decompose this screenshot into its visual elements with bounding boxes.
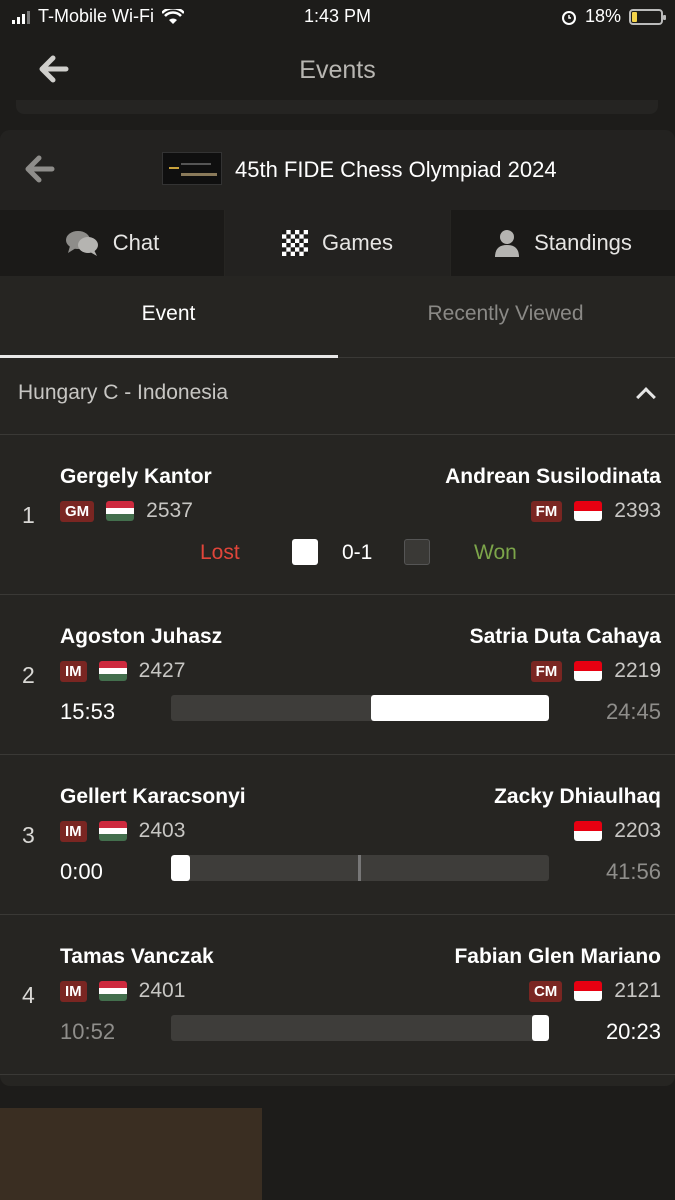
- board-number: 3: [22, 822, 35, 848]
- white-square-icon: [292, 539, 318, 565]
- game-row[interactable]: 1 Gergely Kantor Andrean Susilodinata GM…: [0, 435, 675, 595]
- white-player-info: IM 2403: [60, 819, 185, 843]
- black-clock: 24:45: [605, 699, 661, 724]
- battery-percent: 18%: [584, 6, 621, 26]
- page-title: Events: [299, 56, 376, 84]
- hungary-flag-icon: [98, 661, 127, 681]
- white-outcome: Lost: [200, 541, 240, 564]
- status-right: 18%: [561, 6, 666, 27]
- title-badge: FM: [530, 660, 563, 682]
- rating: 2403: [138, 819, 186, 842]
- rating: 2219: [614, 659, 661, 682]
- tab-games[interactable]: Games: [225, 210, 450, 276]
- black-player-name: Satria Duta Cahaya: [469, 625, 661, 648]
- game-row[interactable]: 3 Gellert Karacsonyi Zacky Dhiaulhaq IM …: [0, 755, 675, 915]
- rating: 2203: [614, 819, 661, 842]
- title-badge: IM: [60, 980, 87, 1002]
- hungary-flag-icon: [98, 981, 127, 1001]
- match-label: Hungary C - Indonesia: [18, 381, 229, 404]
- white-player-info: GM 2537: [60, 499, 193, 523]
- tab-games-label: Games: [322, 230, 393, 255]
- white-player-info: IM 2427: [60, 659, 185, 683]
- board-icon: [282, 230, 309, 256]
- white-clock: 10:52: [60, 1019, 116, 1044]
- rating: 2537: [146, 499, 193, 522]
- black-player-info: FM 2219: [530, 659, 661, 683]
- title-badge: CM: [528, 980, 563, 1002]
- black-player-name: Andrean Susilodinata: [445, 465, 661, 488]
- hungary-flag-icon: [106, 501, 135, 521]
- top-strip: [16, 100, 658, 114]
- eval-bar: [171, 855, 549, 881]
- rating: 2427: [138, 659, 186, 682]
- top-nav: Events: [0, 34, 675, 104]
- eval-bar: [171, 1015, 549, 1041]
- black-square-icon: [404, 539, 430, 565]
- match-header[interactable]: Hungary C - Indonesia: [0, 358, 675, 435]
- board-number: 1: [22, 502, 35, 528]
- game-clocks: 10:52 20:23: [0, 1015, 675, 1045]
- black-player-info: 2203: [574, 819, 661, 843]
- segment-control: Event Recently Viewed: [0, 276, 675, 358]
- black-player-info: FM 2393: [530, 499, 661, 523]
- hungary-flag-icon: [98, 821, 127, 841]
- title-badge: FM: [530, 500, 563, 522]
- game-clocks: 0:00 41:56: [0, 855, 675, 885]
- black-player-name: Zacky Dhiaulhaq: [494, 785, 661, 808]
- board-number: 2: [22, 662, 35, 688]
- rating: 2121: [614, 979, 661, 1002]
- eval-bar-fill: [171, 855, 190, 881]
- chevron-up-icon[interactable]: [636, 387, 656, 407]
- eval-bar-fill: [371, 695, 549, 721]
- indonesia-flag-icon: [574, 661, 603, 681]
- black-player-info: CM 2121: [528, 979, 661, 1003]
- white-player-info: IM 2401: [60, 979, 185, 1003]
- tab-chat-label: Chat: [112, 230, 160, 255]
- white-player-name: Gergely Kantor: [60, 465, 212, 488]
- white-player-name: Tamas Vanczak: [60, 945, 214, 968]
- white-clock: 15:53: [60, 699, 116, 724]
- tab-standings[interactable]: Standings: [451, 210, 675, 276]
- black-outcome: Won: [474, 541, 517, 564]
- title-badge: GM: [60, 500, 95, 522]
- white-player-name: Agoston Juhasz: [60, 625, 223, 648]
- white-player-name: Gellert Karacsonyi: [60, 785, 246, 808]
- indonesia-flag-icon: [574, 501, 603, 521]
- tab-standings-label: Standings: [534, 230, 632, 255]
- event-back-arrow-icon[interactable]: [22, 152, 56, 186]
- board-number: 4: [22, 982, 35, 1008]
- game-row[interactable]: 2 Agoston Juhasz Satria Duta Cahaya IM 2…: [0, 595, 675, 755]
- black-clock: 41:56: [605, 859, 661, 884]
- black-player-name: Fabian Glen Mariano: [454, 945, 661, 968]
- event-logo: [162, 152, 222, 185]
- eval-bar-midline: [358, 855, 361, 881]
- segment-event[interactable]: Event: [0, 302, 337, 326]
- black-clock: 20:23: [605, 1019, 661, 1044]
- segment-recently-viewed[interactable]: Recently Viewed: [337, 302, 674, 326]
- score: 0-1: [342, 541, 373, 564]
- event-card: 45th FIDE Chess Olympiad 2024 Chat Games…: [0, 130, 675, 1086]
- event-header: 45th FIDE Chess Olympiad 2024: [0, 130, 675, 210]
- title-badge: IM: [60, 660, 87, 682]
- eval-bar-fill: [532, 1015, 549, 1041]
- white-clock: 0:00: [60, 859, 103, 884]
- indonesia-flag-icon: [574, 821, 603, 841]
- person-icon: [495, 230, 520, 257]
- eval-bar: [171, 695, 549, 721]
- rating: 2393: [614, 499, 661, 522]
- game-result: Lost 0-1 Won: [0, 539, 675, 569]
- chat-icon: [65, 231, 98, 256]
- indonesia-flag-icon: [574, 981, 603, 1001]
- tab-chat[interactable]: Chat: [0, 210, 224, 276]
- event-title: 45th FIDE Chess Olympiad 2024: [235, 157, 557, 182]
- alarm-icon: [561, 10, 576, 25]
- game-clocks: 15:53 24:45: [0, 695, 675, 725]
- title-badge: IM: [60, 820, 87, 842]
- status-bar: T-Mobile Wi-Fi 1:43 PM 18%: [0, 0, 675, 34]
- bottom-thumbnail: [0, 1108, 262, 1200]
- battery-icon: [629, 8, 666, 25]
- event-tabs: Chat Games Standings: [0, 210, 675, 276]
- game-row[interactable]: 4 Tamas Vanczak Fabian Glen Mariano IM 2…: [0, 915, 675, 1075]
- rating: 2401: [138, 979, 186, 1002]
